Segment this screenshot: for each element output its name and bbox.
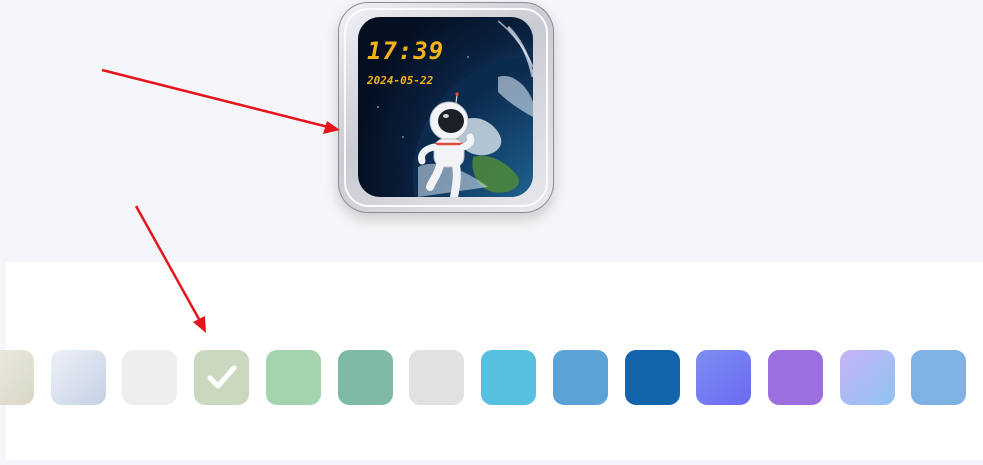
color-swatch[interactable] <box>481 350 536 405</box>
color-swatch[interactable] <box>696 350 751 405</box>
color-swatch-row <box>0 350 983 405</box>
watch-date: 2024-05-22 <box>367 74 434 87</box>
watch-screen: 17:39 2024-05-22 <box>358 17 533 197</box>
color-swatch[interactable] <box>768 350 823 405</box>
color-swatch[interactable] <box>409 350 464 405</box>
watch-time: 17:39 <box>367 37 445 65</box>
color-swatch[interactable] <box>338 350 393 405</box>
check-icon <box>207 365 237 389</box>
color-swatch-selected[interactable] <box>194 350 249 405</box>
color-swatch[interactable] <box>266 350 321 405</box>
color-swatch[interactable] <box>0 350 34 405</box>
color-swatch[interactable] <box>625 350 680 405</box>
color-swatch[interactable] <box>51 350 106 405</box>
color-swatch[interactable] <box>911 350 966 405</box>
watch-preview: 17:39 2024-05-22 <box>338 2 554 213</box>
color-swatch[interactable] <box>122 350 177 405</box>
color-swatch[interactable] <box>840 350 895 405</box>
color-swatch[interactable] <box>553 350 608 405</box>
